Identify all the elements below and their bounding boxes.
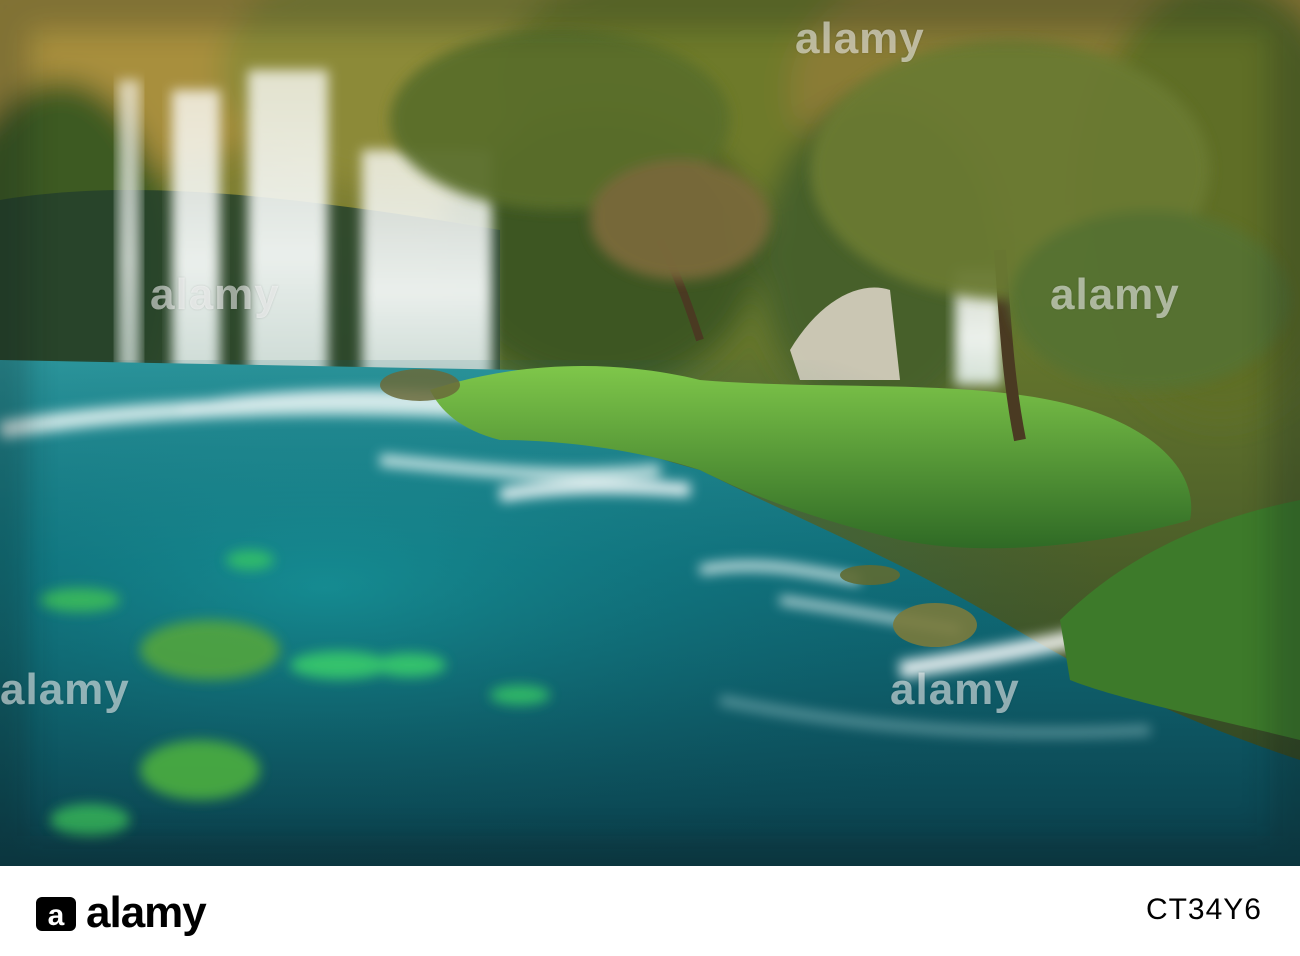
photo: alamy alamy alamy alamy alamy xyxy=(0,0,1300,866)
waterfall-scene xyxy=(0,0,1300,866)
image-id: CT34Y6 xyxy=(1145,893,1262,926)
alamy-logo-icon: a xyxy=(36,897,76,932)
footer: a alamy CT34Y6 xyxy=(0,866,1300,956)
svg-text:a: a xyxy=(48,899,65,932)
alamy-logo: a alamy xyxy=(36,888,207,938)
logo-text: alamy xyxy=(86,888,207,937)
